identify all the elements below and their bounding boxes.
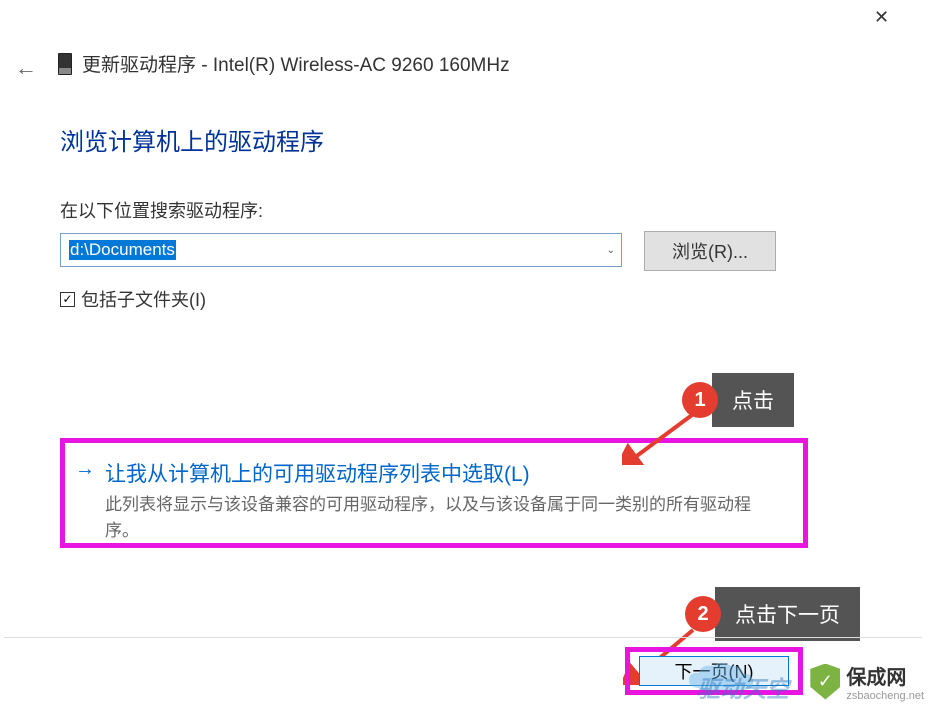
path-combobox[interactable]: d:\Documents ⌄ [60, 233, 622, 267]
chevron-down-icon[interactable]: ⌄ [607, 245, 615, 256]
annotation-label-2: 点击下一页 [715, 587, 860, 641]
shield-icon: ✓ [810, 664, 840, 700]
device-name: Intel(R) Wireless-AC 9260 160MHz [213, 55, 510, 76]
include-subfolders-label: 包括子文件夹(I) [81, 286, 206, 312]
window-title: 更新驱动程序 - Intel(R) Wireless-AC 9260 160MH… [82, 50, 510, 77]
watermark-brand: 保成网 [846, 661, 924, 690]
pick-from-list-option[interactable]: → 让我从计算机上的可用驱动程序列表中选取(L) 此列表将显示与该设备兼容的可用… [60, 438, 808, 548]
device-icon [58, 53, 72, 75]
arrow-right-icon: → [75, 458, 95, 481]
option-description: 此列表将显示与该设备兼容的可用驱动程序，以及与该设备属于同一类别的所有驱动程序。 [105, 492, 783, 543]
option-title: 让我从计算机上的可用驱动程序列表中选取(L) [105, 458, 783, 488]
include-subfolders-row[interactable]: ✓ 包括子文件夹(I) [60, 286, 206, 312]
watermark-logo: ✓ 保成网 zsbaocheng.net [810, 661, 924, 702]
watermark-cloud-text: 驱动天空 [697, 670, 789, 704]
include-subfolders-checkbox[interactable]: ✓ [60, 292, 75, 307]
annotation-label-1: 点击 [712, 373, 794, 427]
annotation-badge-2: 2 [685, 596, 721, 632]
watermark-url: zsbaocheng.net [846, 690, 924, 702]
page-heading: 浏览计算机上的驱动程序 [60, 122, 324, 157]
back-arrow[interactable]: ← [15, 55, 37, 81]
annotation-2: 2 点击下一页 [685, 587, 860, 641]
footer-separator [4, 637, 922, 638]
search-location-label: 在以下位置搜索驱动程序: [60, 197, 263, 223]
title-prefix: 更新驱动程序 - [82, 55, 213, 76]
close-button[interactable]: ✕ [859, 5, 904, 30]
annotation-1: 1 点击 [682, 373, 794, 427]
window-title-row: 更新驱动程序 - Intel(R) Wireless-AC 9260 160MH… [58, 50, 510, 77]
browse-button[interactable]: 浏览(R)... [644, 231, 776, 271]
annotation-badge-1: 1 [682, 382, 718, 418]
path-value: d:\Documents [69, 240, 176, 260]
